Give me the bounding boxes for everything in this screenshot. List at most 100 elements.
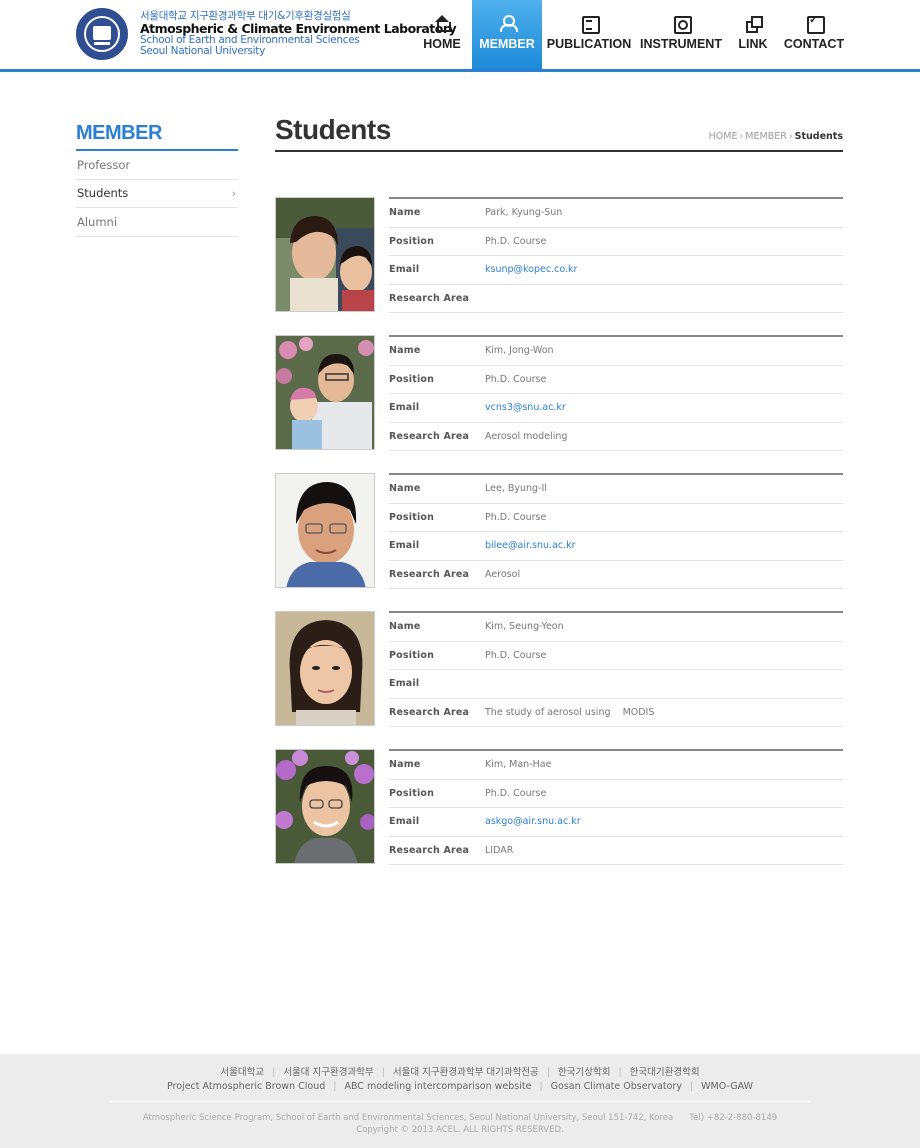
member-research: Aerosol modeling xyxy=(485,430,568,442)
info-row: Email xyxy=(389,670,843,699)
nav-link-label: LINK xyxy=(738,37,768,51)
nav-publication[interactable]: PUBLICATION xyxy=(542,0,636,69)
nav-link[interactable]: LINK xyxy=(726,0,780,69)
info-row: Email askgo@air.snu.ac.kr xyxy=(389,808,843,837)
member-card: Name Park, Kyung-Sun Position Ph.D. Course… xyxy=(275,197,843,335)
breadcrumb-section[interactable]: MEMBER xyxy=(745,131,787,142)
nav-home[interactable]: HOME xyxy=(412,0,472,69)
members-list: Name Park, Kyung-Sun Position Ph.D. Course… xyxy=(275,197,843,887)
footer-address: Atmospheric Science Program, School of E… xyxy=(142,1113,778,1123)
nav-home-label: HOME xyxy=(423,37,461,51)
info-row: Email ksunp@kopec.co.kr xyxy=(389,256,843,285)
footer-link[interactable]: Gosan Climate Observatory xyxy=(551,1081,682,1092)
member-card: Name Lee, Byung-Il Position Ph.D. Course E… xyxy=(275,473,843,611)
info-row: Name Kim, Jong-Won xyxy=(389,337,843,366)
site-footer: 서울대학교 | 서울대 지구환경과학부 | 서울대 지구환경과학부 대기과학전공 | 한국기… xyxy=(0,1054,920,1148)
member-photo xyxy=(275,611,375,726)
info-row: Email bilee@air.snu.ac.kr xyxy=(389,532,843,561)
member-email-link[interactable]: askgo@air.snu.ac.kr xyxy=(485,816,581,827)
member-position: Ph.D. Course xyxy=(485,235,547,247)
nav-member[interactable]: MEMBER xyxy=(472,0,542,69)
sidebar: MEMBER Professor Students › Alumni xyxy=(76,122,238,237)
info-row: Name Kim, Man-Hae xyxy=(389,751,843,780)
nav-instrument-label: INSTRUMENT xyxy=(640,37,722,51)
email-label: Email xyxy=(389,402,420,414)
chevron-right-icon: › xyxy=(788,131,793,142)
footer-link[interactable]: 한국기상학회 xyxy=(558,1067,610,1078)
research-label: Research Area xyxy=(389,292,470,304)
member-name: Lee, Byung-Il xyxy=(485,483,547,495)
sidebar-item-professor[interactable]: Professor xyxy=(76,151,238,180)
email-label: Email xyxy=(389,264,420,276)
logo-university: Seoul National University xyxy=(140,45,266,58)
title-row: Students HOME › MEMBER › Students xyxy=(275,114,843,152)
footer-link[interactable]: WMO-GAW xyxy=(701,1081,753,1092)
member-position: Ph.D. Course xyxy=(485,649,547,661)
name-label: Name xyxy=(389,207,421,219)
nav-contact-label: CONTACT xyxy=(783,37,845,51)
nav-instrument[interactable]: INSTRUMENT xyxy=(636,0,726,69)
member-info: Name Park, Kyung-Sun Position Ph.D. Course… xyxy=(389,197,843,313)
footer-link[interactable]: 서울대학교 xyxy=(220,1067,264,1078)
member-email-link[interactable]: ksunp@kopec.co.kr xyxy=(485,264,577,275)
logo-text: 서울대학교 지구환경과학부 대기&기후환경실험실 Atmospheric & C… xyxy=(140,10,457,58)
main-nav: HOME MEMBER PUBLICATION INSTRUMENT LINK … xyxy=(412,0,848,69)
name-label: Name xyxy=(389,759,421,771)
member-email-link[interactable]: bilee@air.snu.ac.kr xyxy=(485,540,576,551)
info-row: Research Area Aerosol modeling xyxy=(389,423,843,451)
position-label: Position xyxy=(389,235,435,247)
person-icon xyxy=(499,15,518,32)
sidebar-item-label: Professor xyxy=(77,157,131,172)
research-label: Research Area xyxy=(389,430,470,442)
member-photo xyxy=(275,197,375,312)
member-position: Ph.D. Course xyxy=(485,787,547,799)
footer-links-row2: Project Atmospheric Brown Cloud | ABC mode… xyxy=(166,1081,753,1092)
footer-link[interactable]: 서울대 지구환경과학부 xyxy=(283,1067,373,1078)
member-info: Name Lee, Byung-Il Position Ph.D. Course E… xyxy=(389,473,843,589)
edit-check-icon xyxy=(806,13,825,34)
research-label: Research Area xyxy=(389,568,470,580)
info-row: Research Area The study of aerosol using … xyxy=(389,699,843,727)
research-label: Research Area xyxy=(389,706,470,718)
info-row: Position Ph.D. Course xyxy=(389,642,843,670)
sidebar-item-label: Alumni xyxy=(77,214,118,229)
footer-link[interactable]: 한국대기환경학회 xyxy=(630,1067,700,1078)
email-label: Email xyxy=(389,816,420,828)
info-row: Email vcns3@snu.ac.kr xyxy=(389,394,843,423)
member-name: Park, Kyung-Sun xyxy=(485,207,563,219)
member-position: Ph.D. Course xyxy=(485,511,547,523)
info-row: Name Kim, Seung-Yeon xyxy=(389,613,843,642)
chevron-right-icon: › xyxy=(231,186,236,200)
email-label: Email xyxy=(389,540,420,552)
page-title: Students xyxy=(275,114,391,145)
document-icon xyxy=(581,15,600,34)
sidebar-title: MEMBER xyxy=(76,122,238,151)
sidebar-item-label: Students xyxy=(77,186,129,201)
home-icon xyxy=(434,15,451,32)
sidebar-item-alumni[interactable]: Alumni xyxy=(76,208,238,237)
site-logo[interactable]: 서울대학교 지구환경과학부 대기&기후환경실험실 Atmospheric & C… xyxy=(76,8,457,60)
nav-contact[interactable]: CONTACT xyxy=(780,0,848,69)
member-email-link[interactable]: vcns3@snu.ac.kr xyxy=(485,402,566,413)
member-research: The study of aerosol using MODIS xyxy=(485,706,655,718)
member-name: Kim, Seung-Yeon xyxy=(485,621,564,633)
member-info: Name Kim, Man-Hae Position Ph.D. Course Em… xyxy=(389,749,843,865)
member-photo xyxy=(275,473,375,588)
info-row: Position Ph.D. Course xyxy=(389,228,843,256)
name-label: Name xyxy=(389,483,421,495)
name-label: Name xyxy=(389,621,421,633)
email-label: Email xyxy=(389,678,420,690)
university-seal-icon xyxy=(76,8,128,60)
footer-link[interactable]: ABC modeling intercomparison website xyxy=(344,1081,531,1092)
info-row: Position Ph.D. Course xyxy=(389,504,843,532)
info-row: Research Area Aerosol xyxy=(389,561,843,589)
breadcrumb-home[interactable]: HOME xyxy=(709,131,738,142)
footer-link[interactable]: Project Atmospheric Brown Cloud xyxy=(167,1081,325,1092)
footer-link[interactable]: 서울대 지구환경과학부 대기과학전공 xyxy=(393,1067,539,1078)
member-card: Name Kim, Jong-Won Position Ph.D. Course E… xyxy=(275,335,843,473)
position-label: Position xyxy=(389,373,435,385)
member-position: Ph.D. Course xyxy=(485,373,547,385)
breadcrumb: HOME › MEMBER › Students xyxy=(709,131,843,142)
member-photo xyxy=(275,335,375,450)
sidebar-item-students[interactable]: Students › xyxy=(76,180,238,208)
